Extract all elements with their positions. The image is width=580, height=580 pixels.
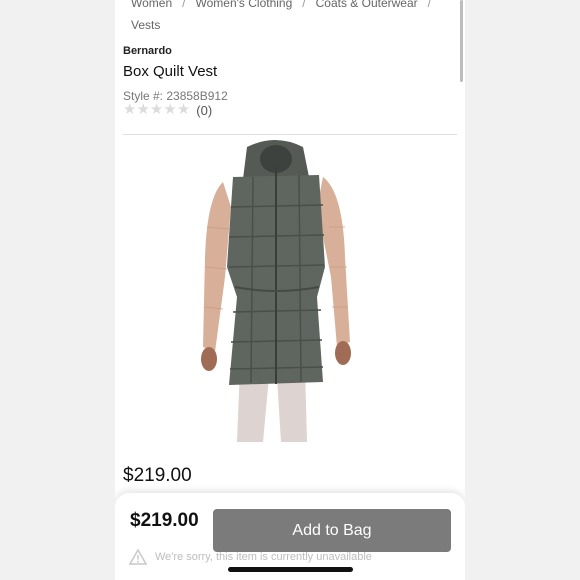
product-brand[interactable]: Bernardo	[123, 45, 172, 57]
review-count: (0)	[196, 102, 213, 118]
add-to-bag-button[interactable]: Add to Bag	[213, 509, 451, 552]
breadcrumb-vests[interactable]: Vests	[131, 18, 160, 32]
unavailable-warning: We're sorry, this item is currently unav…	[129, 549, 372, 565]
product-page: Women / Women's Clothing / Coats & Outerwear…	[115, 0, 465, 580]
product-price: $219.00	[123, 465, 192, 486]
warning-triangle-icon	[129, 549, 147, 565]
breadcrumb: Women / Women's Clothing / Coats & Outerwear…	[131, 0, 451, 36]
divider	[123, 134, 457, 135]
star-icon: ★	[149, 101, 164, 118]
warning-text: We're sorry, this item is currently unav…	[155, 551, 372, 563]
breadcrumb-separator: /	[182, 0, 186, 10]
product-title: Box Quilt Vest	[123, 63, 218, 80]
breadcrumb-womens-clothing[interactable]: Women's Clothing	[195, 0, 292, 10]
star-icon: ★	[163, 101, 177, 118]
breadcrumb-women[interactable]: Women	[131, 0, 172, 10]
breadcrumb-coats-outerwear[interactable]: Coats & Outerwear	[316, 0, 418, 10]
star-icon: ★	[136, 101, 150, 118]
sticky-price: $219.00	[130, 510, 199, 531]
breadcrumb-separator: /	[427, 0, 431, 10]
vest-photo	[201, 140, 351, 442]
rating-stars: ★ ★ ★ ★ ★	[123, 102, 190, 118]
home-indicator[interactable]	[228, 567, 353, 572]
rating[interactable]: ★ ★ ★ ★ ★ (0)	[123, 102, 212, 118]
star-icon: ★	[123, 101, 137, 118]
product-image[interactable]	[185, 137, 405, 442]
breadcrumb-separator: /	[302, 0, 306, 10]
scrollbar[interactable]	[460, 0, 463, 82]
star-icon: ★	[176, 101, 191, 118]
